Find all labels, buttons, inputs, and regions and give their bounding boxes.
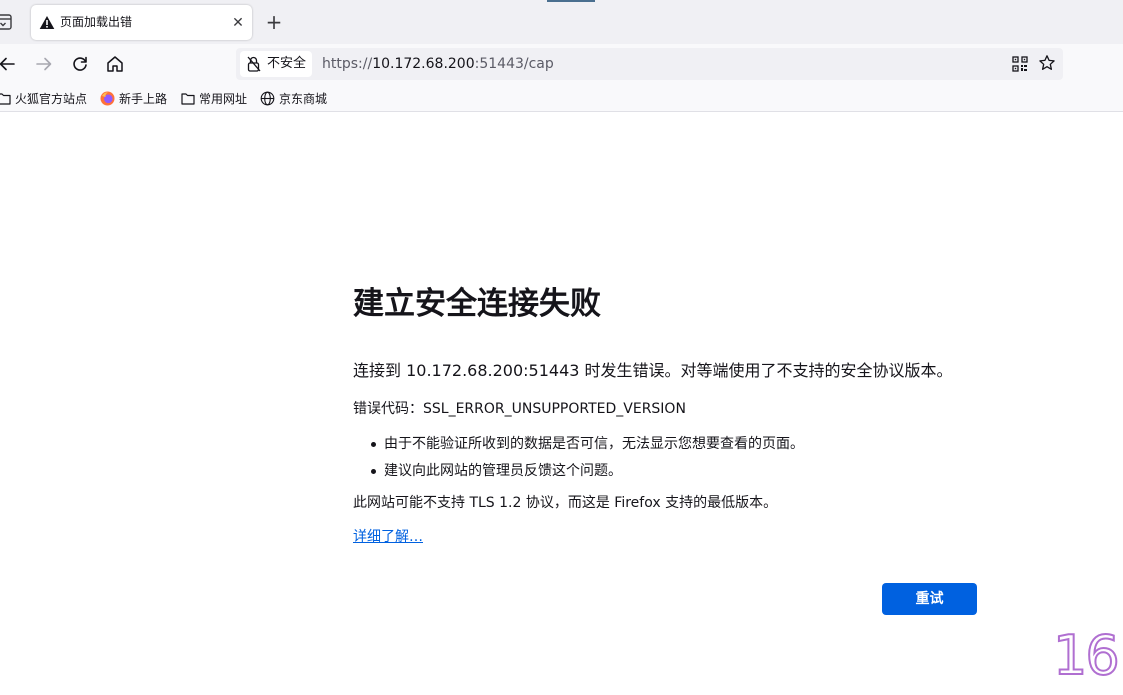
bookmark-label: 京东商城 <box>279 91 328 106</box>
bookmark-item[interactable]: 火狐官方站点 <box>0 90 87 106</box>
url-host: 10.172.68.200 <box>372 56 475 72</box>
globe-icon <box>260 91 275 105</box>
url-path: :51443/cap <box>474 56 554 72</box>
list-item: 建议向此网站的管理员反馈这个问题。 <box>353 458 804 485</box>
bookmark-item[interactable]: 常用网址 <box>181 90 247 106</box>
error-advice-list: 由于不能验证所收到的数据是否可信，无法显示您想要查看的页面。 建议向此网站的管理… <box>353 431 804 485</box>
error-code: 错误代码：SSL_ERROR_UNSUPPORTED_VERSION <box>353 401 686 417</box>
bookmark-label: 新手上路 <box>119 91 168 106</box>
tab-list-icon <box>0 14 12 30</box>
tab-strip-accent <box>547 0 595 2</box>
url-scheme: https:// <box>322 56 373 72</box>
back-button[interactable] <box>0 53 18 75</box>
arrow-left-icon <box>0 57 15 71</box>
url-text[interactable]: https://10.172.68.200:51443/cap <box>322 56 554 72</box>
security-label: 不安全 <box>267 56 307 71</box>
error-description: 连接到 10.172.68.200:51443 时发生错误。对等端使用了不支持的… <box>353 361 953 380</box>
tab-title: 页面加载出错 <box>60 15 133 29</box>
learn-more-link[interactable]: 详细了解… <box>353 527 423 547</box>
forward-button[interactable] <box>33 53 55 75</box>
navigation-toolbar: 不安全 https://10.172.68.200:51443/cap <box>0 44 1123 84</box>
bookmark-label: 火狐官方站点 <box>15 91 88 106</box>
reload-button[interactable] <box>69 53 91 75</box>
tab-strip: 页面加载出错 ✕ + <box>0 0 1123 44</box>
bookmark-label: 常用网址 <box>199 91 248 106</box>
warning-icon <box>39 16 55 29</box>
home-icon <box>107 56 123 72</box>
retry-button[interactable]: 重试 <box>882 583 977 615</box>
error-title: 建立安全连接失败 <box>353 286 601 322</box>
list-item: 由于不能验证所收到的数据是否可信，无法显示您想要查看的页面。 <box>353 431 804 458</box>
insecure-lock-icon <box>247 56 261 72</box>
corner-number-overlay: 16 <box>1052 624 1121 687</box>
folder-icon <box>181 92 195 105</box>
reload-icon <box>73 56 87 71</box>
list-all-tabs-button[interactable] <box>0 13 14 31</box>
folder-icon <box>0 92 11 105</box>
new-tab-button[interactable]: + <box>262 10 286 34</box>
qr-code-icon[interactable] <box>1012 56 1028 72</box>
bookmark-item[interactable]: 京东商城 <box>260 90 327 106</box>
tls-version-note: 此网站可能不支持 TLS 1.2 协议，而这是 Firefox 支持的最低版本。 <box>353 495 778 511</box>
firefox-logo-icon <box>100 91 115 105</box>
close-tab-icon[interactable]: ✕ <box>228 13 248 33</box>
home-button[interactable] <box>104 53 126 75</box>
arrow-right-icon <box>36 57 52 71</box>
bookmark-star-icon[interactable] <box>1038 54 1056 72</box>
bookmark-item[interactable]: 新手上路 <box>100 90 167 106</box>
tab-active[interactable]: 页面加载出错 ✕ <box>31 5 252 40</box>
site-security-indicator[interactable]: 不安全 <box>240 51 312 77</box>
address-bar[interactable]: 不安全 https://10.172.68.200:51443/cap <box>236 48 1063 80</box>
bookmarks-toolbar: 火狐官方站点 新手上路 常用网址 京东商城 <box>0 84 1123 112</box>
